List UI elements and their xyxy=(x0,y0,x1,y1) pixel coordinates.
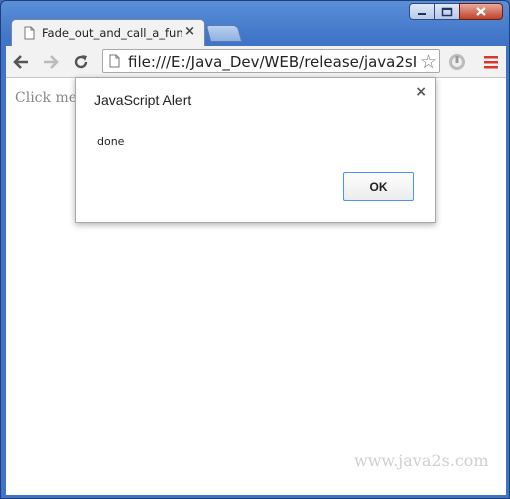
address-bar[interactable]: file:///E:/Java_Dev/WEB/release/java2sID… xyxy=(102,49,440,73)
address-text[interactable]: file:///E:/Java_Dev/WEB/release/java2sID… xyxy=(128,53,418,71)
javascript-alert-dialog: JavaScript Alert × done OK xyxy=(75,77,436,223)
watermark: www.java2s.com xyxy=(354,451,489,470)
page-icon xyxy=(109,54,120,68)
tab-close-icon[interactable]: × xyxy=(184,24,195,39)
back-arrow-icon xyxy=(13,55,28,69)
maximize-button[interactable] xyxy=(434,3,460,20)
minimize-icon xyxy=(418,12,426,15)
minimize-button[interactable] xyxy=(409,3,435,20)
alert-message: done xyxy=(97,135,125,148)
forward-button[interactable] xyxy=(40,51,62,73)
extension-button[interactable] xyxy=(446,51,468,73)
browser-toolbar: file:///E:/Java_Dev/WEB/release/java2sID… xyxy=(6,46,506,78)
back-button[interactable] xyxy=(10,51,32,73)
alert-title: JavaScript Alert xyxy=(94,92,192,108)
close-icon xyxy=(476,7,486,16)
window-controls xyxy=(409,3,503,20)
tab-title: Fade_out_and_call_a_func xyxy=(42,26,182,40)
new-tab-button[interactable] xyxy=(205,25,243,42)
window-close-button[interactable] xyxy=(459,3,503,20)
menu-icon xyxy=(484,56,498,69)
click-me-text[interactable]: Click me xyxy=(15,90,77,106)
bookmark-star-icon[interactable]: ☆ xyxy=(420,51,437,73)
browser-tab-active[interactable]: Fade_out_and_call_a_func × xyxy=(11,19,205,46)
reload-icon xyxy=(74,55,88,69)
menu-button[interactable] xyxy=(480,51,502,73)
maximize-icon xyxy=(441,7,453,16)
reload-button[interactable] xyxy=(70,51,92,73)
ok-button[interactable]: OK xyxy=(343,172,414,201)
page-icon xyxy=(24,26,35,40)
browser-window: Fade_out_and_call_a_func × file:///E:/Ja… xyxy=(0,0,510,499)
extension-icon xyxy=(449,54,465,70)
alert-close-icon[interactable]: × xyxy=(415,84,427,100)
forward-arrow-icon xyxy=(44,55,59,69)
